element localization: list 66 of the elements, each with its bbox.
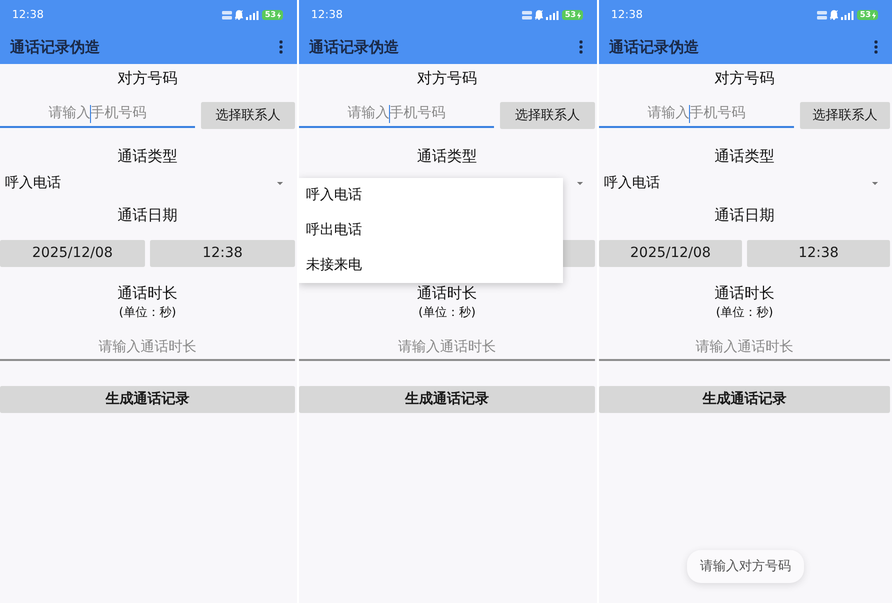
caret-icon[interactable] [277, 182, 283, 184]
phone-number-label: 对方号码 [714, 68, 774, 89]
date-button[interactable]: 2025/12/08 [599, 240, 742, 267]
network-speed-icon [522, 10, 532, 20]
muted-bell-icon [534, 10, 543, 20]
toast-message: 请输入对方号码 [687, 550, 804, 583]
app-title: 通话记录伪造 [309, 37, 399, 57]
phone-number-field[interactable]: 请输入手机号码 [299, 99, 494, 128]
call-type-dropdown[interactable]: 呼入电话 [599, 168, 890, 198]
generate-record-button[interactable]: 生成通话记录 [299, 386, 595, 413]
duration-unit-label: (单位：秒) [118, 304, 176, 320]
call-duration-label: 通话时长 [417, 283, 477, 304]
phone-number-field[interactable]: 请输入手机号码 [0, 99, 195, 128]
call-duration-label: 通话时长 [118, 283, 178, 304]
caret-icon[interactable] [872, 182, 878, 184]
menu-item[interactable]: 未接来电 [299, 248, 563, 283]
generate-record-button[interactable]: 生成通话记录 [599, 386, 890, 413]
muted-bell-icon [234, 10, 243, 20]
battery-percentage: 53 [860, 10, 871, 20]
network-speed-icon [222, 10, 232, 20]
phone-number-field[interactable]: 请输入手机号码 [599, 99, 794, 128]
text-cursor-icon [688, 105, 690, 123]
menu-item[interactable]: 呼入电话 [299, 178, 563, 213]
battery-percentage: 53 [264, 10, 276, 20]
duration-field[interactable]: 请输入通话时长 [599, 334, 890, 361]
more-options-icon[interactable] [579, 40, 583, 54]
signal-icon [246, 10, 259, 20]
text-cursor-icon [90, 105, 91, 123]
phone-number-label: 对方号码 [118, 68, 178, 89]
signal-icon [840, 10, 854, 20]
call-date-label: 通话日期 [118, 205, 178, 226]
status-time: 12:38 [12, 8, 44, 22]
app-title: 通话记录伪造 [10, 37, 100, 57]
call-duration-label: 通话时长 [714, 283, 774, 304]
status-time: 12:38 [611, 8, 643, 22]
battery-percentage: 53 [564, 10, 576, 20]
date-button[interactable]: 2025/12/08 [0, 240, 145, 267]
phone-number-label: 对方号码 [417, 68, 477, 89]
select-contact-button[interactable]: 选择联系人 [800, 102, 890, 129]
time-button[interactable]: 12:38 [747, 240, 890, 267]
call-type-label: 通话类型 [714, 146, 774, 167]
network-speed-icon [816, 10, 827, 20]
status-time: 12:38 [311, 8, 343, 22]
duration-field[interactable]: 请输入通话时长 [0, 334, 295, 361]
signal-icon [546, 10, 559, 20]
call-type-label: 通话类型 [118, 146, 178, 167]
generate-record-button[interactable]: 生成通话记录 [0, 386, 295, 413]
muted-bell-icon [830, 10, 838, 20]
more-options-icon[interactable] [874, 40, 878, 54]
text-cursor-icon [388, 105, 390, 123]
select-contact-button[interactable]: 选择联系人 [500, 102, 595, 129]
caret-icon[interactable] [577, 182, 583, 184]
duration-unit-label: (单位：秒) [716, 304, 774, 320]
select-contact-button[interactable]: 选择联系人 [201, 102, 295, 129]
bolt-icon [872, 12, 876, 18]
call-type-dropdown[interactable]: 呼入电话 [0, 168, 295, 198]
time-button[interactable]: 12:38 [150, 240, 295, 267]
menu-item[interactable]: 呼出电话 [299, 213, 563, 248]
bolt-icon [277, 12, 281, 18]
call-date-label: 通话日期 [714, 205, 774, 226]
duration-field[interactable]: 请输入通话时长 [299, 334, 595, 361]
duration-unit-label: (单位：秒) [418, 304, 476, 320]
app-title: 通话记录伪造 [609, 37, 699, 57]
more-options-icon[interactable] [279, 40, 283, 54]
bolt-icon [577, 12, 581, 18]
call-type-label: 通话类型 [417, 146, 477, 167]
